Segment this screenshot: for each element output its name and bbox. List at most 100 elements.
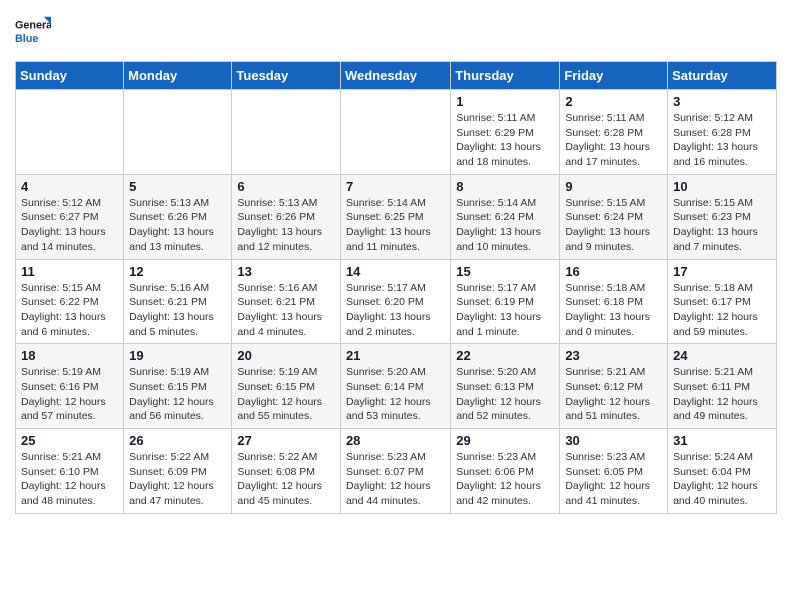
day-detail: Sunrise: 5:18 AM Sunset: 6:18 PM Dayligh…: [565, 281, 662, 340]
week-row-3: 11 Sunrise: 5:15 AM Sunset: 6:22 PM Dayli…: [16, 259, 777, 344]
calendar-cell: 15 Sunrise: 5:17 AM Sunset: 6:19 PM Dayli…: [451, 259, 560, 344]
day-number: 19: [129, 348, 226, 363]
week-row-5: 25Sunrise: 5:21 AM Sunset: 6:10 PM Dayli…: [16, 429, 777, 514]
calendar-cell: 26Sunrise: 5:22 AM Sunset: 6:09 PM Dayli…: [124, 429, 232, 514]
day-detail: Sunrise: 5:19 AM Sunset: 6:16 PM Dayligh…: [21, 365, 118, 424]
day-detail: Sunrise: 5:18 AM Sunset: 6:17 PM Dayligh…: [673, 281, 771, 340]
day-number: 26: [129, 433, 226, 448]
svg-text:General: General: [15, 20, 51, 32]
calendar-cell: [340, 90, 450, 175]
day-number: 16: [565, 264, 662, 279]
day-detail: Sunrise: 5:17 AM Sunset: 6:20 PM Dayligh…: [346, 281, 445, 340]
week-row-2: 4Sunrise: 5:12 AM Sunset: 6:27 PM Daylig…: [16, 174, 777, 259]
day-number: 3: [673, 94, 771, 109]
day-detail: Sunrise: 5:12 AM Sunset: 6:27 PM Dayligh…: [21, 196, 118, 255]
col-header-tuesday: Tuesday: [232, 62, 341, 90]
calendar-cell: 18 Sunrise: 5:19 AM Sunset: 6:16 PM Dayli…: [16, 344, 124, 429]
col-header-monday: Monday: [124, 62, 232, 90]
day-number: 7: [346, 179, 445, 194]
day-number: 12: [129, 264, 226, 279]
day-detail: Sunrise: 5:23 AM Sunset: 6:07 PM Dayligh…: [346, 450, 445, 509]
calendar-cell: 17 Sunrise: 5:18 AM Sunset: 6:17 PM Dayli…: [668, 259, 777, 344]
calendar-table: SundayMondayTuesdayWednesdayThursdayFrid…: [15, 61, 777, 514]
calendar-cell: 21Sunrise: 5:20 AM Sunset: 6:14 PM Dayli…: [340, 344, 450, 429]
day-detail: Sunrise: 5:15 AM Sunset: 6:22 PM Dayligh…: [21, 281, 118, 340]
calendar-cell: 2 Sunrise: 5:11 AM Sunset: 6:28 PM Daylig…: [560, 90, 668, 175]
day-number: 23: [565, 348, 662, 363]
day-detail: Sunrise: 5:16 AM Sunset: 6:21 PM Dayligh…: [237, 281, 335, 340]
day-number: 8: [456, 179, 554, 194]
calendar-cell: 12 Sunrise: 5:16 AM Sunset: 6:21 PM Dayli…: [124, 259, 232, 344]
calendar-cell: 8 Sunrise: 5:14 AM Sunset: 6:24 PM Daylig…: [451, 174, 560, 259]
calendar-cell: 23 Sunrise: 5:21 AM Sunset: 6:12 PM Dayli…: [560, 344, 668, 429]
logo-icon: General Blue: [15, 15, 51, 51]
day-number: 13: [237, 264, 335, 279]
day-number: 15: [456, 264, 554, 279]
day-number: 9: [565, 179, 662, 194]
col-header-wednesday: Wednesday: [340, 62, 450, 90]
day-number: 28: [346, 433, 445, 448]
day-detail: Sunrise: 5:11 AM Sunset: 6:29 PM Dayligh…: [456, 111, 554, 170]
day-detail: Sunrise: 5:21 AM Sunset: 6:12 PM Dayligh…: [565, 365, 662, 424]
calendar-cell: 1Sunrise: 5:11 AM Sunset: 6:29 PM Daylig…: [451, 90, 560, 175]
calendar-cell: 31Sunrise: 5:24 AM Sunset: 6:04 PM Dayli…: [668, 429, 777, 514]
day-detail: Sunrise: 5:15 AM Sunset: 6:24 PM Dayligh…: [565, 196, 662, 255]
calendar-cell: 11 Sunrise: 5:15 AM Sunset: 6:22 PM Dayli…: [16, 259, 124, 344]
day-detail: Sunrise: 5:16 AM Sunset: 6:21 PM Dayligh…: [129, 281, 226, 340]
day-number: 21: [346, 348, 445, 363]
calendar-header-row: SundayMondayTuesdayWednesdayThursdayFrid…: [16, 62, 777, 90]
day-number: 20: [237, 348, 335, 363]
day-detail: Sunrise: 5:20 AM Sunset: 6:13 PM Dayligh…: [456, 365, 554, 424]
day-detail: Sunrise: 5:17 AM Sunset: 6:19 PM Dayligh…: [456, 281, 554, 340]
day-number: 14: [346, 264, 445, 279]
day-detail: Sunrise: 5:12 AM Sunset: 6:28 PM Dayligh…: [673, 111, 771, 170]
calendar-cell: 3 Sunrise: 5:12 AM Sunset: 6:28 PM Daylig…: [668, 90, 777, 175]
day-number: 5: [129, 179, 226, 194]
calendar-cell: 25Sunrise: 5:21 AM Sunset: 6:10 PM Dayli…: [16, 429, 124, 514]
calendar-cell: [124, 90, 232, 175]
logo: General Blue: [15, 15, 51, 51]
col-header-friday: Friday: [560, 62, 668, 90]
calendar-cell: 30Sunrise: 5:23 AM Sunset: 6:05 PM Dayli…: [560, 429, 668, 514]
day-number: 17: [673, 264, 771, 279]
day-detail: Sunrise: 5:22 AM Sunset: 6:08 PM Dayligh…: [237, 450, 335, 509]
day-detail: Sunrise: 5:14 AM Sunset: 6:25 PM Dayligh…: [346, 196, 445, 255]
day-number: 18: [21, 348, 118, 363]
header: General Blue: [15, 15, 777, 51]
calendar-cell: 14 Sunrise: 5:17 AM Sunset: 6:20 PM Dayli…: [340, 259, 450, 344]
calendar-cell: 6Sunrise: 5:13 AM Sunset: 6:26 PM Daylig…: [232, 174, 341, 259]
day-number: 27: [237, 433, 335, 448]
calendar-cell: [232, 90, 341, 175]
day-number: 29: [456, 433, 554, 448]
calendar-cell: 27 Sunrise: 5:22 AM Sunset: 6:08 PM Dayli…: [232, 429, 341, 514]
calendar-cell: 10Sunrise: 5:15 AM Sunset: 6:23 PM Dayli…: [668, 174, 777, 259]
day-number: 11: [21, 264, 118, 279]
col-header-thursday: Thursday: [451, 62, 560, 90]
day-detail: Sunrise: 5:21 AM Sunset: 6:10 PM Dayligh…: [21, 450, 118, 509]
calendar-cell: 22 Sunrise: 5:20 AM Sunset: 6:13 PM Dayli…: [451, 344, 560, 429]
day-number: 22: [456, 348, 554, 363]
day-detail: Sunrise: 5:21 AM Sunset: 6:11 PM Dayligh…: [673, 365, 771, 424]
calendar-cell: 4Sunrise: 5:12 AM Sunset: 6:27 PM Daylig…: [16, 174, 124, 259]
day-number: 2: [565, 94, 662, 109]
day-number: 10: [673, 179, 771, 194]
day-number: 24: [673, 348, 771, 363]
calendar-cell: 5 Sunrise: 5:13 AM Sunset: 6:26 PM Daylig…: [124, 174, 232, 259]
calendar-cell: 29Sunrise: 5:23 AM Sunset: 6:06 PM Dayli…: [451, 429, 560, 514]
calendar-cell: 13 Sunrise: 5:16 AM Sunset: 6:21 PM Dayli…: [232, 259, 341, 344]
day-detail: Sunrise: 5:11 AM Sunset: 6:28 PM Dayligh…: [565, 111, 662, 170]
col-header-sunday: Sunday: [16, 62, 124, 90]
day-detail: Sunrise: 5:13 AM Sunset: 6:26 PM Dayligh…: [129, 196, 226, 255]
day-detail: Sunrise: 5:19 AM Sunset: 6:15 PM Dayligh…: [237, 365, 335, 424]
day-number: 30: [565, 433, 662, 448]
svg-text:Blue: Blue: [15, 33, 38, 45]
week-row-1: 1Sunrise: 5:11 AM Sunset: 6:29 PM Daylig…: [16, 90, 777, 175]
calendar-cell: [16, 90, 124, 175]
col-header-saturday: Saturday: [668, 62, 777, 90]
day-detail: Sunrise: 5:24 AM Sunset: 6:04 PM Dayligh…: [673, 450, 771, 509]
day-number: 6: [237, 179, 335, 194]
calendar-cell: 19 Sunrise: 5:19 AM Sunset: 6:15 PM Dayli…: [124, 344, 232, 429]
calendar-cell: 16 Sunrise: 5:18 AM Sunset: 6:18 PM Dayli…: [560, 259, 668, 344]
day-detail: Sunrise: 5:14 AM Sunset: 6:24 PM Dayligh…: [456, 196, 554, 255]
day-detail: Sunrise: 5:19 AM Sunset: 6:15 PM Dayligh…: [129, 365, 226, 424]
